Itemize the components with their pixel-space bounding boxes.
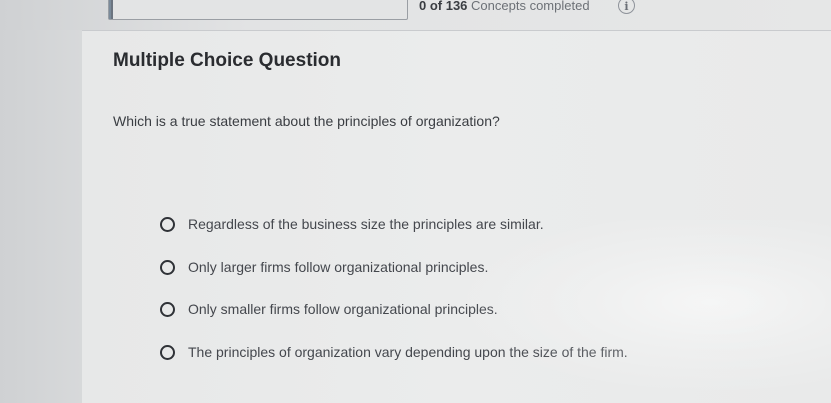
progress-bar — [108, 0, 408, 20]
question-type-heading: Multiple Choice Question — [113, 50, 342, 71]
radio-button-icon[interactable] — [160, 216, 175, 232]
progress-count: 0 of 136 — [419, 0, 468, 13]
answer-option-label: Regardless of the business size the prin… — [188, 216, 544, 232]
answer-option-1[interactable]: Regardless of the business size the prin… — [160, 213, 544, 235]
radio-button-icon[interactable] — [160, 344, 175, 360]
progress-label: Concepts completed — [471, 0, 590, 13]
radio-button-icon[interactable] — [160, 301, 175, 317]
answer-option-label: The principles of organization vary depe… — [188, 344, 628, 360]
answer-option-4[interactable]: The principles of organization vary depe… — [160, 341, 628, 363]
progress-status: 0 of 136 Concepts completed — [419, 0, 590, 13]
question-prompt: Which is a true statement about the prin… — [113, 113, 500, 129]
answer-option-3[interactable]: Only smaller firms follow organizational… — [160, 298, 498, 320]
radio-button-icon[interactable] — [160, 259, 175, 275]
answer-option-label: Only larger firms follow organizational … — [188, 259, 489, 275]
answer-option-2[interactable]: Only larger firms follow organizational … — [160, 256, 488, 278]
answer-option-label: Only smaller firms follow organizational… — [188, 301, 498, 317]
progress-bar-fill — [109, 0, 114, 19]
